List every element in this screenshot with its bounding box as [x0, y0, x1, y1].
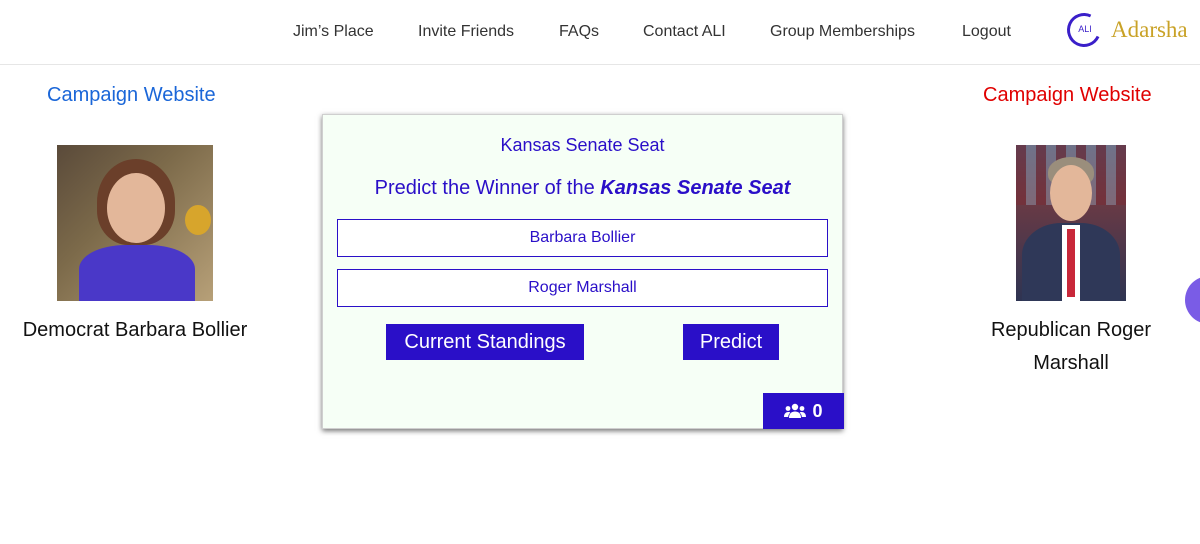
- option-roger-marshall[interactable]: Roger Marshall: [337, 269, 828, 307]
- logo-mark: ALI: [1078, 24, 1092, 34]
- top-navbar: Jim’s Place Invite Friends FAQs Contact …: [0, 0, 1200, 65]
- left-candidate-name: Democrat Barbara Bollier: [22, 319, 248, 341]
- floating-action-button[interactable]: [1185, 276, 1200, 324]
- nav-contact-ali[interactable]: Contact ALI: [643, 23, 726, 41]
- right-candidate-name: Republican Roger Marshall: [990, 319, 1152, 374]
- prompt-prefix: Predict the Winner of the: [374, 177, 601, 199]
- left-campaign-website-link[interactable]: Campaign Website: [47, 84, 216, 107]
- card-prompt: Predict the Winner of the Kansas Senate …: [323, 177, 842, 200]
- right-candidate-photo: [1016, 145, 1126, 301]
- nav-faqs[interactable]: FAQs: [559, 23, 599, 41]
- left-candidate-photo: [57, 145, 213, 301]
- nav-logout[interactable]: Logout: [962, 23, 1011, 41]
- participant-count-badge: 0: [763, 393, 844, 429]
- current-standings-button[interactable]: Current Standings: [386, 324, 584, 360]
- participant-count: 0: [812, 400, 823, 421]
- nav-jims-place[interactable]: Jim’s Place: [293, 23, 374, 41]
- nav-group-memberships[interactable]: Group Memberships: [770, 23, 915, 41]
- predict-button[interactable]: Predict: [683, 324, 779, 360]
- right-campaign-website-link[interactable]: Campaign Website: [983, 84, 1152, 107]
- nav-invite-friends[interactable]: Invite Friends: [418, 23, 514, 41]
- prediction-card: Kansas Senate Seat Predict the Winner of…: [322, 114, 844, 429]
- card-title: Kansas Senate Seat: [500, 135, 665, 155]
- option-barbara-bollier[interactable]: Barbara Bollier: [337, 219, 828, 257]
- users-icon: [784, 403, 807, 419]
- logo-text: Adarsha: [1111, 17, 1188, 42]
- prompt-emphasis: Kansas Senate Seat: [600, 177, 791, 199]
